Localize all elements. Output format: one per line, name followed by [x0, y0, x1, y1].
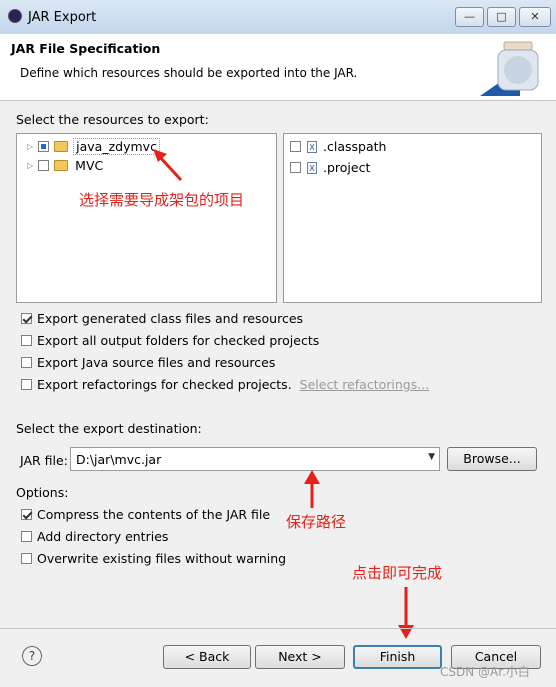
- tree-item[interactable]: ▷ java_zdymvc: [27, 138, 160, 155]
- xml-file-icon: X: [307, 161, 317, 174]
- list-item[interactable]: X .project: [290, 160, 370, 175]
- page-description: Define which resources should be exporte…: [20, 66, 358, 80]
- back-button[interactable]: < Back: [163, 645, 251, 669]
- project-tree[interactable]: ▷ java_zdymvc ▷ MVC 选择需要导成架包的项目: [16, 133, 277, 303]
- project-folder-icon: [54, 141, 69, 152]
- resources-label: Select the resources to export:: [16, 112, 209, 127]
- file-name: .project: [323, 160, 371, 175]
- jar-banner-icon: [480, 38, 542, 96]
- close-button[interactable]: ✕: [519, 7, 551, 27]
- annotation-click-finish: 点击即可完成: [352, 564, 443, 582]
- export-refactorings-checkbox[interactable]: [21, 379, 32, 390]
- project-checkbox[interactable]: [38, 160, 50, 171]
- dropdown-arrow-icon[interactable]: ▼: [428, 452, 435, 462]
- export-refactorings-option[interactable]: Export refactorings for checked projects…: [21, 377, 429, 392]
- options-label: Options:: [16, 485, 69, 500]
- destination-label: Select the export destination:: [16, 421, 202, 436]
- directory-entries-option[interactable]: Add directory entries: [21, 529, 168, 544]
- tree-item[interactable]: ▷ MVC: [27, 158, 105, 173]
- export-java-source-checkbox[interactable]: [21, 357, 32, 368]
- annotation-arrow-icon: [398, 587, 414, 639]
- file-checkbox[interactable]: [290, 162, 301, 173]
- file-checkbox[interactable]: [290, 141, 301, 152]
- export-java-source-label: Export Java source files and resources: [37, 355, 276, 370]
- window-title: JAR Export: [28, 10, 97, 25]
- browse-button[interactable]: Browse...: [447, 447, 537, 471]
- compress-checkbox[interactable]: [21, 509, 32, 520]
- overwrite-label: Overwrite existing files without warning: [37, 551, 287, 566]
- export-output-folders-option[interactable]: Export all output folders for checked pr…: [21, 333, 319, 348]
- minimize-button[interactable]: —: [455, 7, 484, 27]
- help-icon[interactable]: ?: [22, 646, 42, 666]
- select-refactorings-link[interactable]: Select refactorings...: [300, 377, 429, 392]
- compress-option[interactable]: Compress the contents of the JAR file: [21, 507, 270, 522]
- project-folder-icon: [54, 160, 69, 171]
- jar-file-value: D:\jar\mvc.jar: [76, 452, 162, 467]
- compress-label: Compress the contents of the JAR file: [37, 507, 271, 522]
- annotation-arrow-icon: [304, 470, 320, 508]
- bottom-divider: [0, 628, 556, 629]
- watermark: CSDN @Ar.小白: [440, 665, 530, 679]
- jar-file-label: JAR file:: [20, 453, 68, 468]
- export-generated-checkbox[interactable]: [21, 313, 32, 324]
- file-list[interactable]: X .classpath X .project: [283, 133, 542, 303]
- page-title: JAR File Specification: [11, 41, 161, 56]
- export-output-folders-label: Export all output folders for checked pr…: [37, 333, 320, 348]
- next-button[interactable]: Next >: [255, 645, 345, 669]
- annotation-arrow-icon: [153, 149, 183, 182]
- xml-file-icon: X: [307, 140, 317, 153]
- directory-entries-label: Add directory entries: [37, 529, 169, 544]
- overwrite-checkbox[interactable]: [21, 553, 32, 564]
- list-item[interactable]: X .classpath: [290, 139, 386, 154]
- file-name: .classpath: [323, 139, 387, 154]
- project-name: MVC: [75, 158, 104, 173]
- jar-file-combo[interactable]: D:\jar\mvc.jar ▼: [70, 447, 440, 471]
- eclipse-icon: [8, 9, 22, 23]
- wizard-header: JAR File Specification Define which reso…: [0, 34, 556, 101]
- expand-arrow-icon[interactable]: ▷: [27, 142, 33, 151]
- export-output-folders-checkbox[interactable]: [21, 335, 32, 346]
- overwrite-option[interactable]: Overwrite existing files without warning: [21, 551, 286, 566]
- expand-arrow-icon[interactable]: ▷: [27, 161, 33, 170]
- export-refactorings-label: Export refactorings for checked projects…: [37, 377, 292, 392]
- annotation-save-path: 保存路径: [286, 513, 347, 531]
- maximize-button[interactable]: □: [487, 7, 516, 27]
- finish-button[interactable]: Finish: [353, 645, 442, 669]
- project-checkbox[interactable]: [38, 141, 50, 152]
- title-bar: JAR Export — □ ✕: [0, 0, 556, 35]
- directory-entries-checkbox[interactable]: [21, 531, 32, 542]
- export-generated-option[interactable]: Export generated class files and resourc…: [21, 311, 303, 326]
- export-java-source-option[interactable]: Export Java source files and resources: [21, 355, 275, 370]
- annotation-select-project: 选择需要导成架包的项目: [79, 191, 245, 209]
- export-generated-label: Export generated class files and resourc…: [37, 311, 304, 326]
